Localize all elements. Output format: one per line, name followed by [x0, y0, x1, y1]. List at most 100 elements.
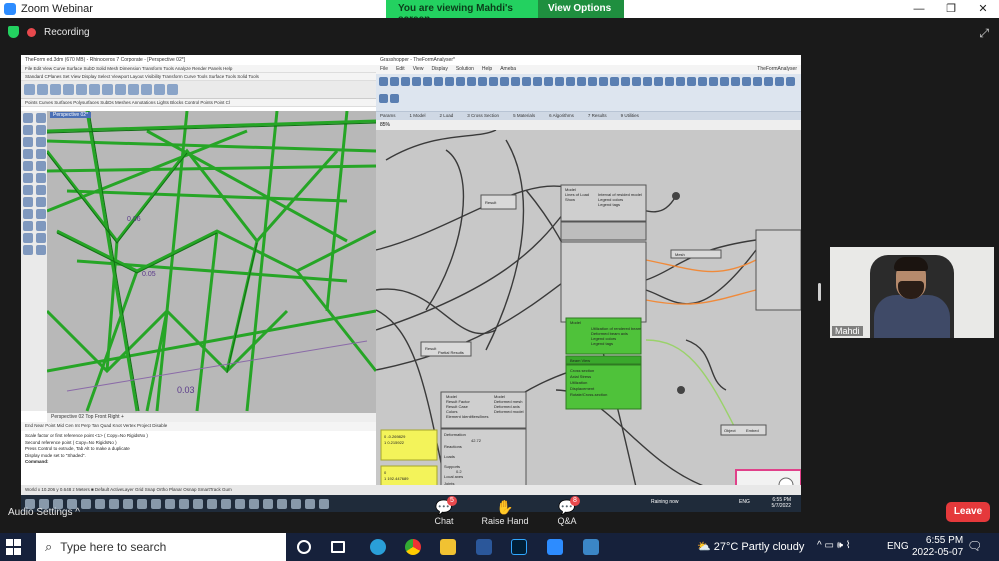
zoom-level[interactable]: 85%: [380, 122, 390, 128]
slider-value[interactable]: 42.72: [471, 438, 482, 443]
raise-hand-button[interactable]: ✋ Raise Hand: [478, 498, 532, 526]
component-icon[interactable]: [467, 77, 476, 86]
menu-item[interactable]: Ameba: [500, 66, 516, 73]
file-explorer-icon[interactable]: [440, 539, 456, 555]
shield-icon[interactable]: [8, 26, 19, 38]
component-icon[interactable]: [555, 77, 564, 86]
node-port: Cross section: [570, 368, 594, 373]
component-icon[interactable]: [709, 77, 718, 86]
chrome-icon[interactable]: [405, 539, 421, 555]
audio-settings-button[interactable]: Audio Settings ^: [8, 507, 80, 518]
panel-label[interactable]: 3 Cross Section: [467, 113, 499, 119]
panel-label[interactable]: 9 Utilities: [621, 113, 639, 119]
component-icon[interactable]: [577, 77, 586, 86]
component-icon[interactable]: [478, 77, 487, 86]
component-icon[interactable]: [566, 77, 575, 86]
component-icon[interactable]: [698, 77, 707, 86]
component-icon[interactable]: [588, 77, 597, 86]
component-icon[interactable]: [786, 77, 795, 86]
cortana-icon[interactable]: [297, 540, 311, 554]
shared-screen: TheForm ed.3dm (670 MB) - Rhinoceros 7 C…: [21, 55, 801, 512]
maximize-button[interactable]: ❐: [935, 0, 967, 18]
component-icon[interactable]: [522, 77, 531, 86]
component-icon[interactable]: [665, 77, 674, 86]
component-icon[interactable]: [632, 77, 641, 86]
component-icon[interactable]: [775, 77, 784, 86]
component-icon[interactable]: [533, 77, 542, 86]
notification-icon[interactable]: 🗨: [967, 539, 982, 553]
component-icon[interactable]: [379, 93, 388, 103]
windows-start-icon[interactable]: [6, 539, 22, 555]
component-icon[interactable]: [423, 77, 432, 86]
menu-item[interactable]: Edit: [396, 66, 405, 73]
component-icon[interactable]: [456, 77, 465, 86]
component-icon[interactable]: [764, 77, 773, 86]
splitter-handle[interactable]: [818, 283, 821, 301]
component-icon[interactable]: [676, 77, 685, 86]
photoshop-icon[interactable]: [511, 539, 527, 555]
component-icon[interactable]: [401, 77, 410, 86]
panel-label[interactable]: Params: [380, 113, 396, 119]
component-icon[interactable]: [500, 77, 509, 86]
zoom-app-icon[interactable]: [547, 539, 563, 555]
panel-label[interactable]: 5 Materials: [513, 113, 535, 119]
language-indicator[interactable]: ENG: [887, 541, 909, 552]
component-icon[interactable]: [511, 77, 520, 86]
component-icon[interactable]: [621, 77, 630, 86]
component-icon[interactable]: [390, 93, 399, 103]
chat-button[interactable]: 💬 5 Chat: [417, 496, 471, 526]
leave-button[interactable]: Leave: [946, 502, 990, 522]
component-icon[interactable]: [687, 77, 696, 86]
menu-item[interactable]: Display: [431, 66, 447, 73]
menu-item[interactable]: Help: [482, 66, 492, 73]
component-icon[interactable]: [654, 77, 663, 86]
component-icon[interactable]: [544, 77, 553, 86]
grasshopper-canvas[interactable]: Result Model Lines of Load Show Interval…: [376, 130, 801, 487]
panel-label[interactable]: 1 Model: [410, 113, 426, 119]
meeting-area: Recording ⤢ TheForm ed.3dm (670 MB) - Rh…: [0, 18, 999, 528]
telegram-icon[interactable]: [370, 539, 386, 555]
task-view-icon[interactable]: [331, 541, 345, 553]
panel-label[interactable]: 6 Algorithms: [549, 113, 574, 119]
record-icon: [27, 27, 36, 37]
component-icon[interactable]: [742, 77, 751, 86]
rhino-viewport[interactable]: 0.03 0.05 0.06 Perspective 02*: [47, 111, 376, 413]
windows-taskbar: ⌕ Type here to search ⛅ 27°C Partly clou…: [0, 533, 999, 561]
menu-item[interactable]: View: [413, 66, 424, 73]
component-icon[interactable]: [610, 77, 619, 86]
close-button[interactable]: ✕: [967, 0, 999, 18]
panel-label[interactable]: 7 Results: [588, 113, 607, 119]
word-icon[interactable]: [476, 539, 492, 555]
taskbar-clock[interactable]: 6:55 PM 2022-05-07: [912, 535, 963, 559]
component-icon[interactable]: [753, 77, 762, 86]
component-icon[interactable]: [390, 77, 399, 86]
osnap-bar[interactable]: End Near Point Mid Cen Int Perp Tan Quad…: [21, 422, 376, 431]
system-tray[interactable]: ^ ▭ 🕪 ⌇: [817, 540, 851, 551]
minimize-button[interactable]: —: [903, 0, 935, 18]
panel-label[interactable]: 2 Load: [440, 113, 454, 119]
photos-icon[interactable]: [583, 539, 599, 555]
participant-video[interactable]: Mahdi: [830, 247, 994, 338]
viewport-tabs[interactable]: Perspective 02 Top Front Right +: [47, 413, 376, 422]
component-icon[interactable]: [489, 77, 498, 86]
component-icon[interactable]: [643, 77, 652, 86]
component-icon[interactable]: [731, 77, 740, 86]
component-icon[interactable]: [599, 77, 608, 86]
fullscreen-icon[interactable]: ⤢: [979, 26, 989, 41]
menu-item[interactable]: File: [380, 66, 388, 73]
menu-item[interactable]: Solution: [456, 66, 474, 73]
command-history[interactable]: Scale factor or first reference point <1…: [21, 431, 376, 485]
component-icon[interactable]: [720, 77, 729, 86]
weather-widget[interactable]: ⛅ 27°C Partly cloudy: [697, 540, 804, 553]
component-icon[interactable]: [445, 77, 454, 86]
search-input[interactable]: ⌕ Type here to search: [36, 533, 286, 561]
component-icon[interactable]: [434, 77, 443, 86]
command-prompt[interactable]: Command:: [25, 459, 372, 466]
component-icon[interactable]: [379, 77, 388, 86]
view-options-button[interactable]: View Options ⌄: [538, 0, 624, 25]
node-port: Model: [570, 320, 581, 325]
viewport-label[interactable]: Perspective 02*: [50, 112, 92, 118]
qa-button[interactable]: 💬 8 Q&A: [540, 496, 594, 526]
node-port: Axial Stress: [570, 374, 591, 379]
component-icon[interactable]: [412, 77, 421, 86]
